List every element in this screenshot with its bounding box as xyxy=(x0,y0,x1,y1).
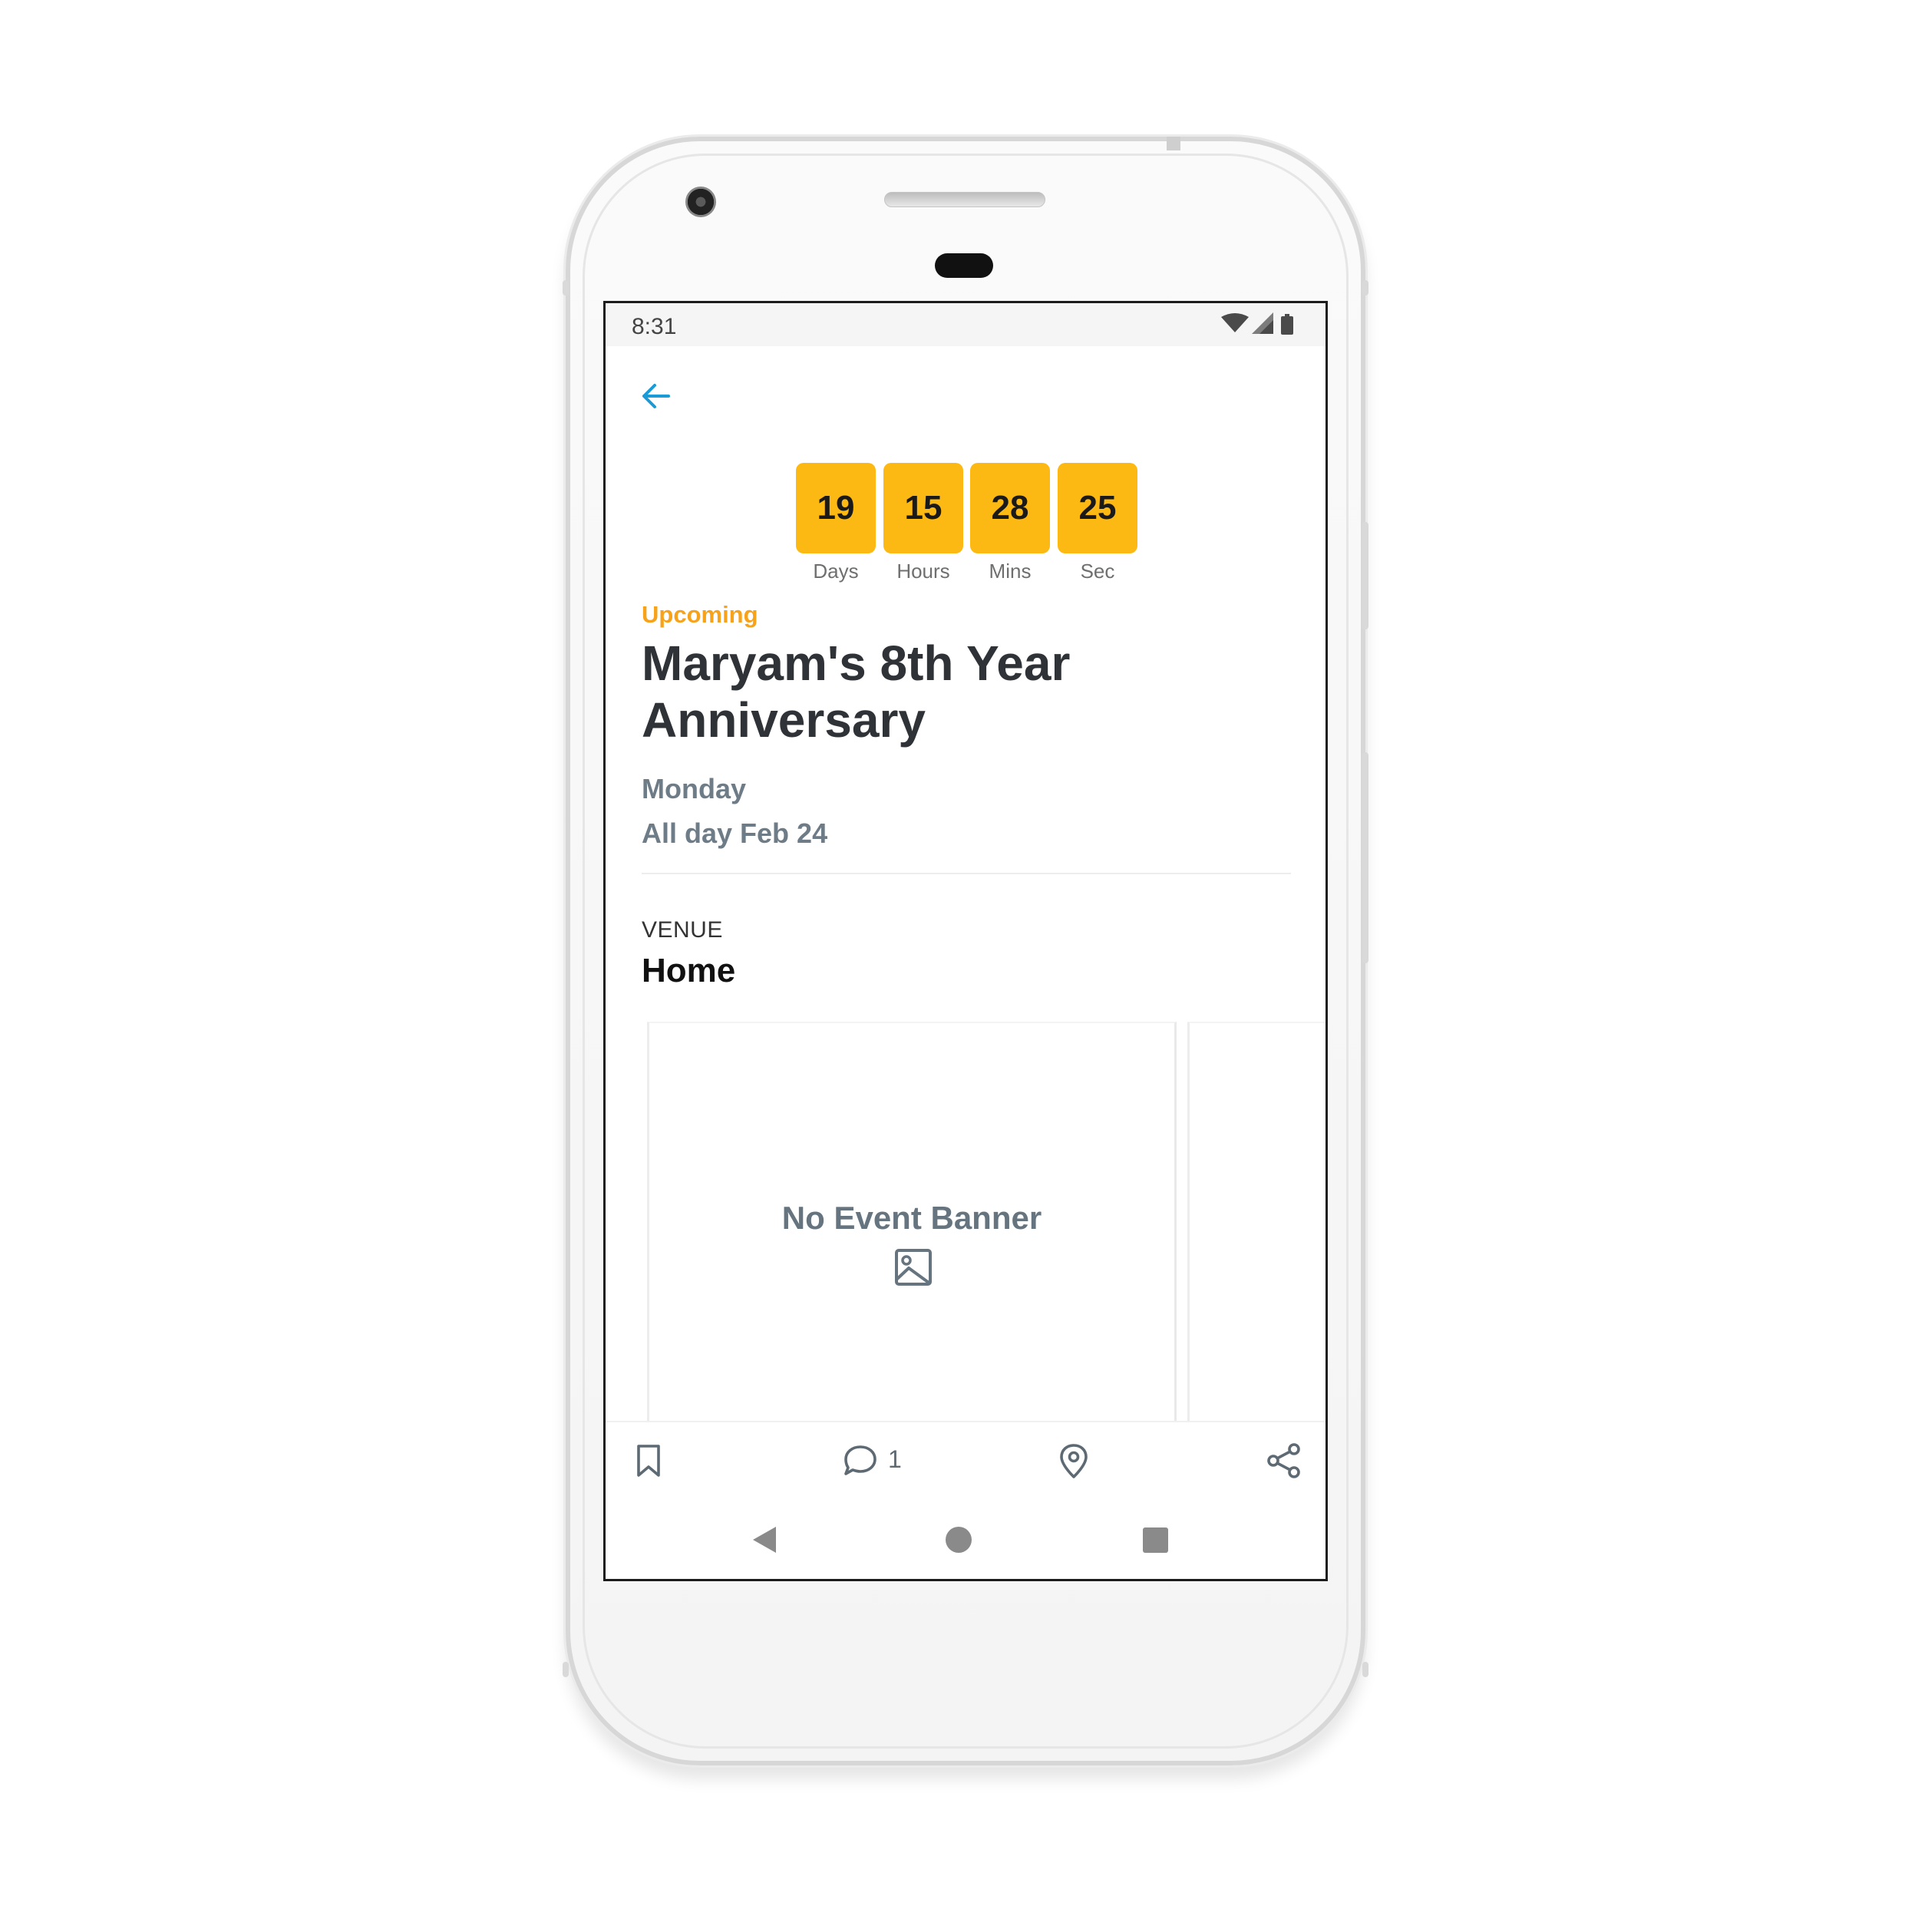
section-divider xyxy=(642,873,1291,874)
earpiece-speaker xyxy=(884,192,1045,207)
no-banner-text: No Event Banner xyxy=(781,1200,1042,1236)
countdown-hours-label: Hours xyxy=(896,560,950,583)
event-date: All day Feb 24 xyxy=(642,817,828,849)
countdown-days-box: 19 xyxy=(796,463,876,553)
event-day: Monday xyxy=(642,773,747,804)
countdown-hours-box: 15 xyxy=(883,463,963,553)
nav-home-icon[interactable] xyxy=(946,1527,972,1553)
venue-name: Home xyxy=(642,952,736,989)
countdown-mins-box: 28 xyxy=(970,463,1050,553)
phone-side-mark-bottom-right xyxy=(1362,1662,1368,1677)
phone-top-notch xyxy=(1167,137,1180,150)
countdown-mins-label: Mins xyxy=(989,560,1032,583)
status-time: 8:31 xyxy=(632,314,677,339)
android-nav-bar xyxy=(606,1498,1326,1579)
event-title: Maryam's 8th Year Anniversary xyxy=(642,636,1071,748)
phone-side-mark-left xyxy=(563,280,569,296)
arrow-left-icon[interactable] xyxy=(638,378,673,414)
nav-recents-icon[interactable] xyxy=(1143,1527,1168,1553)
phone-side-mark-bottom-left xyxy=(563,1662,569,1677)
proximity-sensor xyxy=(935,253,993,278)
status-bar: 8:31 xyxy=(606,303,1326,346)
share-icon[interactable] xyxy=(1266,1442,1302,1479)
venue-label: VENUE xyxy=(642,917,723,943)
location-pin-icon[interactable] xyxy=(1055,1442,1092,1479)
volume-button xyxy=(1362,752,1368,963)
event-status-label: Upcoming xyxy=(642,601,758,628)
countdown-sec-label: Sec xyxy=(1080,560,1115,583)
countdown-sec-box: 25 xyxy=(1058,463,1137,553)
phone-side-mark-right xyxy=(1362,280,1368,296)
comment-icon[interactable] xyxy=(842,1442,879,1479)
countdown-days-label: Days xyxy=(813,560,859,583)
status-icons xyxy=(1220,312,1302,339)
app-screen: 8:31 19 Days 15 Hours 28 Mins 25 Sec Upc… xyxy=(603,301,1328,1581)
battery-icon xyxy=(1281,314,1293,335)
signal-icon xyxy=(1252,312,1273,334)
wifi-icon xyxy=(1221,313,1249,332)
event-banner-card[interactable]: No Event Banner xyxy=(647,1022,1177,1436)
nav-back-icon[interactable] xyxy=(751,1525,777,1554)
comment-count: 1 xyxy=(888,1445,902,1473)
bookmark-icon[interactable] xyxy=(630,1442,667,1479)
image-icon xyxy=(895,1249,932,1286)
power-button xyxy=(1362,522,1368,629)
front-camera xyxy=(685,187,716,217)
action-bar: 1 xyxy=(606,1421,1326,1499)
next-banner-card[interactable] xyxy=(1187,1022,1326,1436)
